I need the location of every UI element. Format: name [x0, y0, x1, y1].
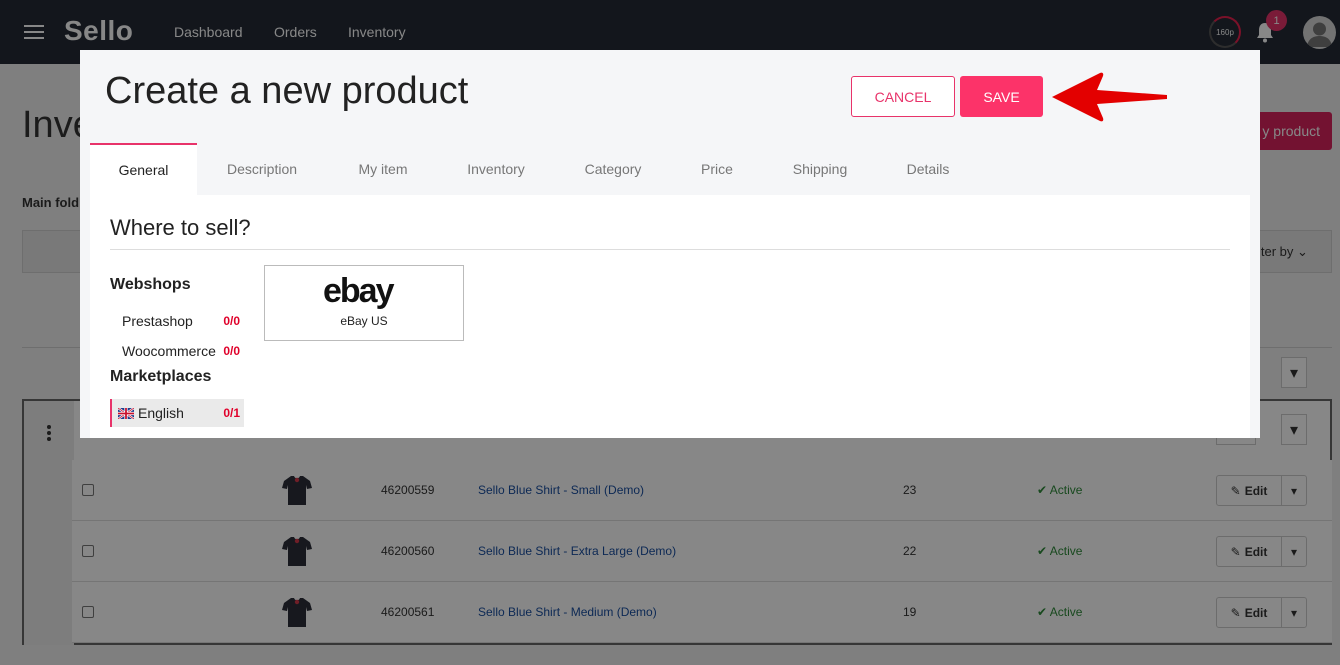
sidebar-item-woocommerce[interactable]: Woocommerce 0/0 — [110, 337, 244, 365]
tab-my-item[interactable]: My item — [343, 143, 423, 195]
marketplace-count: 0/1 — [223, 406, 240, 420]
marketplace-label: English — [138, 405, 184, 421]
tab-description[interactable]: Description — [212, 143, 312, 195]
modal-tabs: General Description My item Inventory Ca… — [90, 143, 1250, 195]
tab-category[interactable]: Category — [573, 143, 653, 195]
shop-label: Prestashop — [122, 313, 193, 329]
create-product-modal: Create a new product CANCEL SAVE General… — [80, 50, 1260, 438]
tab-price[interactable]: Price — [687, 143, 747, 195]
divider — [110, 249, 1230, 250]
shop-label: Woocommerce — [122, 343, 216, 359]
modal-title: Create a new product — [105, 70, 469, 112]
red-arrow-annotation-icon — [1052, 72, 1167, 122]
uk-flag-icon — [118, 408, 134, 419]
ebay-us-channel-card[interactable]: ebay eBay US — [264, 265, 464, 341]
sidebar-item-prestashop[interactable]: Prestashop 0/0 — [110, 307, 244, 335]
save-button[interactable]: SAVE — [960, 76, 1043, 117]
marketplaces-heading: Marketplaces — [110, 368, 212, 385]
webshops-heading: Webshops — [110, 276, 191, 293]
section-title: Where to sell? — [110, 215, 251, 240]
shop-count: 0/0 — [223, 344, 240, 358]
tab-details[interactable]: Details — [898, 143, 958, 195]
general-tab-panel: Where to sell? Webshops Prestashop 0/0 W… — [90, 195, 1250, 438]
channel-label: eBay US — [340, 314, 388, 328]
sidebar-item-english[interactable]: English 0/1 — [110, 399, 244, 427]
tab-inventory[interactable]: Inventory — [456, 143, 536, 195]
tab-shipping[interactable]: Shipping — [780, 143, 860, 195]
cancel-button[interactable]: CANCEL — [851, 76, 955, 117]
shop-count: 0/0 — [223, 314, 240, 328]
ebay-logo: ebay — [323, 272, 394, 310]
tab-general[interactable]: General — [90, 143, 197, 195]
